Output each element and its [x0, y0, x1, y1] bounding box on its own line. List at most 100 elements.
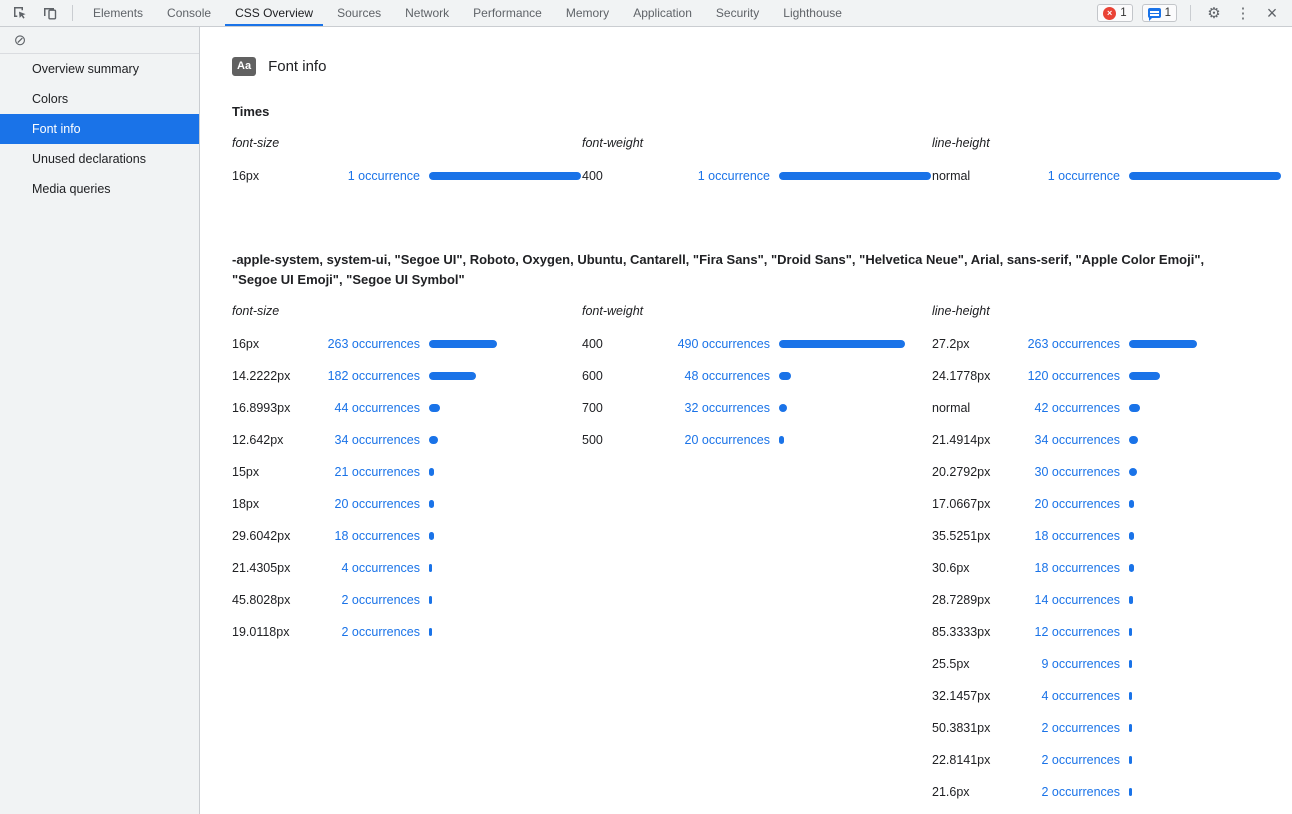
metric-value: 35.5251px: [932, 529, 1024, 543]
occurrences-link[interactable]: 20 occurrences: [324, 497, 420, 511]
occurrence-bar-track: [429, 596, 581, 604]
occurrence-bar-track: [779, 340, 931, 348]
occurrences-link[interactable]: 1 occurrence: [674, 169, 770, 183]
occurrences-link[interactable]: 42 occurrences: [1024, 401, 1120, 415]
occurrences-link[interactable]: 21 occurrences: [324, 465, 420, 479]
metric-value: 15px: [232, 465, 324, 479]
tab-sources[interactable]: Sources: [325, 0, 393, 26]
occurrence-bar-track: [1129, 340, 1281, 348]
font-metric-row: 16px1 occurrence: [232, 160, 582, 192]
occurrence-bar-track: [1129, 436, 1281, 444]
occurrences-link[interactable]: 44 occurrences: [324, 401, 420, 415]
occurrence-bar: [1129, 372, 1160, 380]
occurrences-link[interactable]: 1 occurrence: [324, 169, 420, 183]
error-count-badge[interactable]: × 1: [1097, 4, 1132, 22]
metric-value: 600: [582, 369, 674, 383]
occurrence-bar: [1129, 788, 1132, 796]
tab-lighthouse[interactable]: Lighthouse: [771, 0, 854, 26]
sidebar-item-unused-declarations[interactable]: Unused declarations: [0, 144, 199, 174]
occurrences-link[interactable]: 18 occurrences: [324, 529, 420, 543]
more-menu-icon[interactable]: ⋮: [1233, 2, 1253, 24]
occurrences-link[interactable]: 34 occurrences: [324, 433, 420, 447]
occurrences-link[interactable]: 48 occurrences: [674, 369, 770, 383]
tab-security[interactable]: Security: [704, 0, 771, 26]
tab-console[interactable]: Console: [155, 0, 223, 26]
occurrence-bar-track: [1129, 172, 1281, 180]
tab-application[interactable]: Application: [621, 0, 704, 26]
occurrences-link[interactable]: 20 occurrences: [674, 433, 770, 447]
occurrences-link[interactable]: 9 occurrences: [1024, 657, 1120, 671]
occurrence-bar-track: [429, 172, 581, 180]
metric-value: 22.8141px: [932, 753, 1024, 767]
metric-column-header: font-weight: [582, 136, 932, 152]
devtools-window: ElementsConsoleCSS OverviewSourcesNetwor…: [0, 0, 1292, 814]
occurrences-link[interactable]: 32 occurrences: [674, 401, 770, 415]
metric-value: 500: [582, 433, 674, 447]
metric-value: 25.5px: [932, 657, 1024, 671]
tab-css-overview[interactable]: CSS Overview: [223, 0, 325, 26]
occurrences-link[interactable]: 120 occurrences: [1024, 369, 1120, 383]
occurrences-link[interactable]: 30 occurrences: [1024, 465, 1120, 479]
inspect-element-icon[interactable]: [8, 2, 32, 24]
settings-gear-icon[interactable]: ⚙: [1204, 2, 1224, 24]
occurrences-link[interactable]: 4 occurrences: [324, 561, 420, 575]
occurrence-bar-track: [429, 564, 581, 572]
device-toolbar-icon[interactable]: [38, 2, 62, 24]
metric-value: 30.6px: [932, 561, 1024, 575]
occurrence-bar: [429, 596, 432, 604]
occurrences-link[interactable]: 182 occurrences: [324, 369, 420, 383]
metric-value: 400: [582, 169, 674, 183]
clear-overview-icon[interactable]: ⊘: [10, 30, 30, 50]
occurrences-link[interactable]: 2 occurrences: [1024, 753, 1120, 767]
occurrences-link[interactable]: 18 occurrences: [1024, 561, 1120, 575]
occurrences-link[interactable]: 12 occurrences: [1024, 625, 1120, 639]
occurrences-link[interactable]: 1 occurrence: [1024, 169, 1120, 183]
metric-value: 700: [582, 401, 674, 415]
occurrences-link[interactable]: 2 occurrences: [1024, 785, 1120, 799]
occurrences-link[interactable]: 2 occurrences: [1024, 721, 1120, 735]
occurrence-bar: [1129, 724, 1132, 732]
tab-memory[interactable]: Memory: [554, 0, 621, 26]
font-metric-columns: font-size16px1 occurrencefont-weight4001…: [232, 136, 1264, 192]
sidebar-item-font-info[interactable]: Font info: [0, 114, 199, 144]
occurrence-bar: [1129, 660, 1132, 668]
issues-count-badge[interactable]: 1: [1142, 4, 1177, 22]
occurrence-bar-track: [429, 372, 581, 380]
metric-value: 17.0667px: [932, 497, 1024, 511]
font-metric-row: 20.2792px30 occurrences: [932, 456, 1282, 488]
occurrences-link[interactable]: 18 occurrences: [1024, 529, 1120, 543]
devtools-toolbar: ElementsConsoleCSS OverviewSourcesNetwor…: [0, 0, 1292, 27]
metric-value: 14.2222px: [232, 369, 324, 383]
occurrences-link[interactable]: 20 occurrences: [1024, 497, 1120, 511]
occurrences-link[interactable]: 2 occurrences: [324, 625, 420, 639]
tab-performance[interactable]: Performance: [461, 0, 554, 26]
occurrence-bar-track: [429, 532, 581, 540]
occurrence-bar: [429, 372, 476, 380]
metric-column-header: line-height: [932, 136, 1282, 152]
occurrence-bar: [1129, 172, 1281, 180]
occurrences-link[interactable]: 263 occurrences: [1024, 337, 1120, 351]
occurrences-link[interactable]: 490 occurrences: [674, 337, 770, 351]
occurrences-link[interactable]: 34 occurrences: [1024, 433, 1120, 447]
tab-elements[interactable]: Elements: [81, 0, 155, 26]
tab-network[interactable]: Network: [393, 0, 461, 26]
font-metric-row: 22.8141px2 occurrences: [932, 744, 1282, 776]
sidebar-item-colors[interactable]: Colors: [0, 84, 199, 114]
occurrence-bar: [1129, 500, 1134, 508]
occurrences-link[interactable]: 2 occurrences: [324, 593, 420, 607]
sidebar-item-media-queries[interactable]: Media queries: [0, 174, 199, 204]
occurrences-link[interactable]: 263 occurrences: [324, 337, 420, 351]
sidebar-item-overview-summary[interactable]: Overview summary: [0, 54, 199, 84]
font-metric-row: 85.3333px12 occurrences: [932, 616, 1282, 648]
metric-value: 32.1457px: [932, 689, 1024, 703]
close-icon[interactable]: ×: [1262, 2, 1282, 24]
occurrence-bar-track: [779, 404, 931, 412]
font-metric-row: 32.1457px4 occurrences: [932, 680, 1282, 712]
metric-value: 24.1778px: [932, 369, 1024, 383]
error-icon: ×: [1103, 7, 1116, 20]
occurrences-link[interactable]: 4 occurrences: [1024, 689, 1120, 703]
font-metric-row: normal1 occurrence: [932, 160, 1282, 192]
occurrence-bar: [429, 340, 497, 348]
occurrences-link[interactable]: 14 occurrences: [1024, 593, 1120, 607]
occurrence-bar: [429, 628, 432, 636]
